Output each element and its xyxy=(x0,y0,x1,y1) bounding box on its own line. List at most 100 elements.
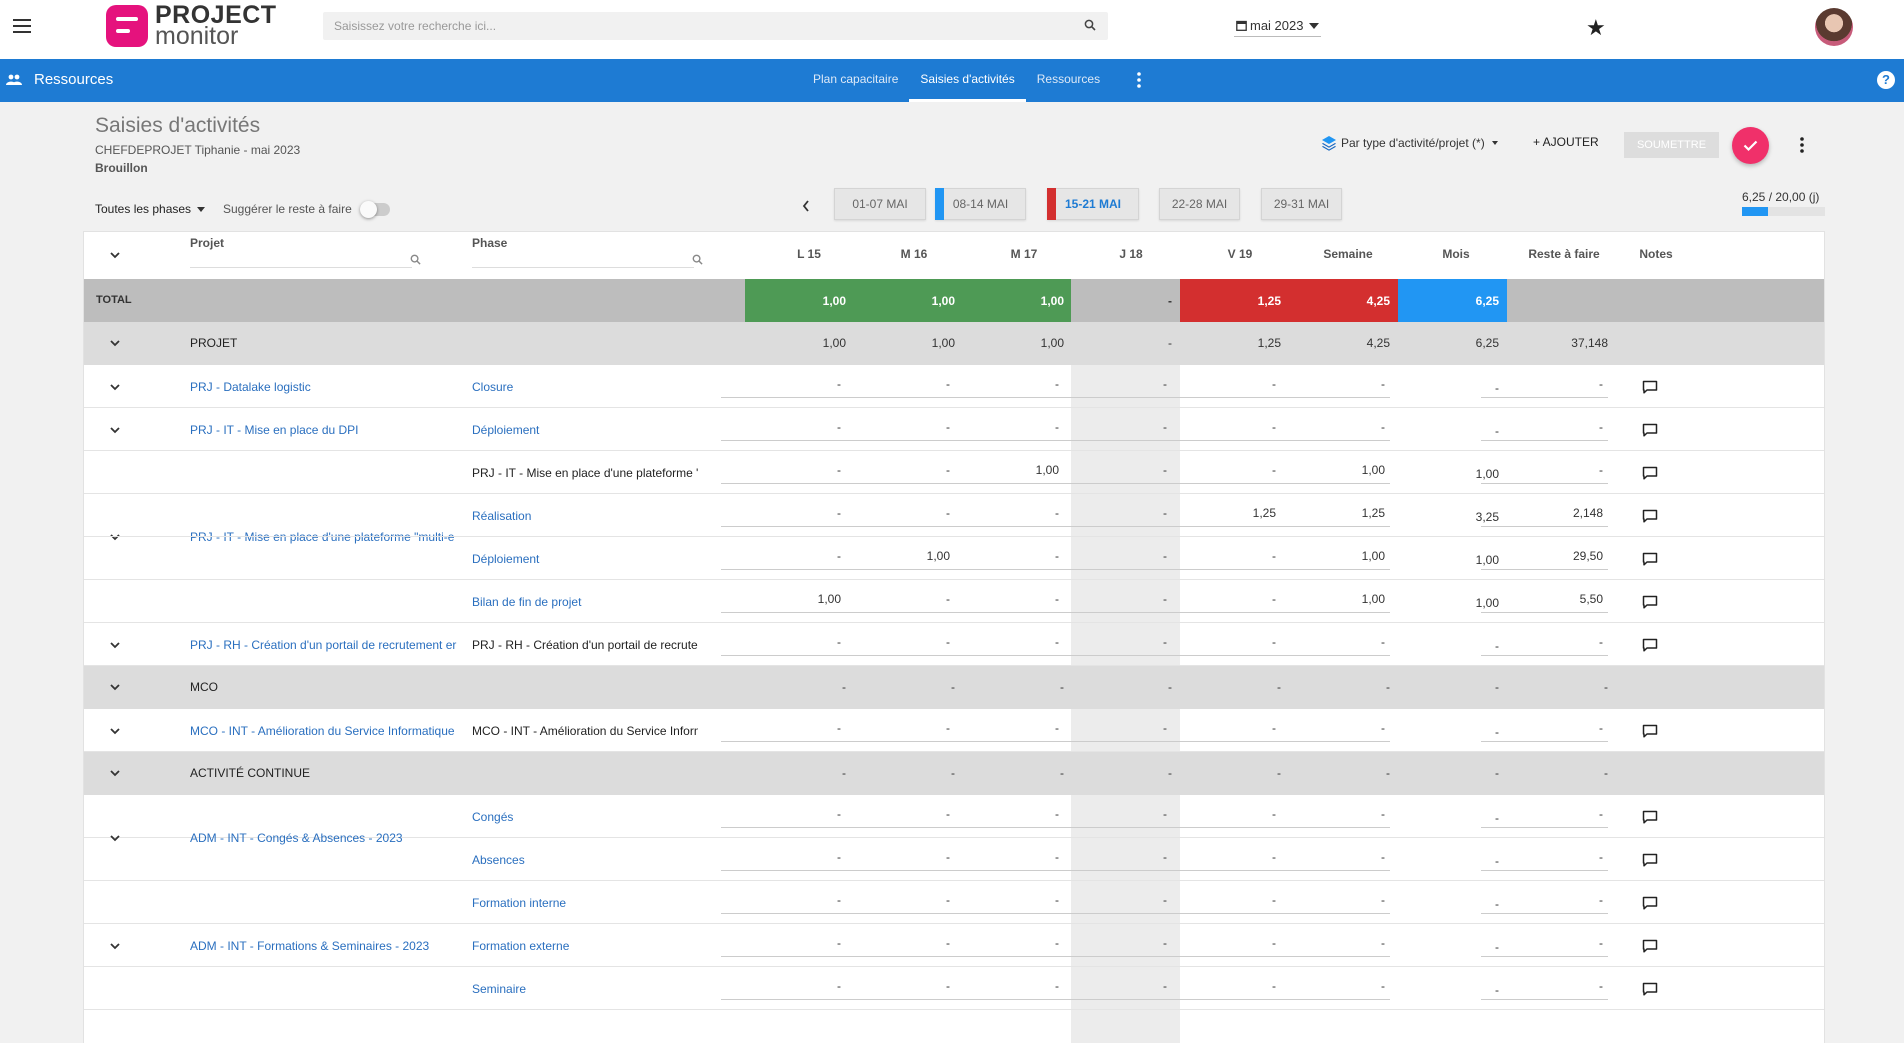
chevron-down-icon[interactable] xyxy=(107,422,123,438)
day-input[interactable]: - xyxy=(721,502,846,527)
week-tab[interactable]: 15-21 MAI xyxy=(1047,188,1139,220)
submit-button[interactable]: SOUMETTRE xyxy=(1624,132,1719,158)
day-input[interactable]: - xyxy=(829,631,955,656)
comment-icon[interactable] xyxy=(1642,982,1658,996)
day-input[interactable]: - xyxy=(829,502,955,527)
more-vert-icon[interactable] xyxy=(1137,72,1141,88)
day-input[interactable]: - xyxy=(721,932,846,957)
remaining-input[interactable]: 5,50 xyxy=(1481,588,1608,613)
day-input[interactable]: - xyxy=(721,717,846,742)
day-input[interactable]: - xyxy=(1155,846,1281,871)
week-tab[interactable]: 29-31 MAI xyxy=(1261,188,1342,220)
chevron-down-icon[interactable] xyxy=(107,335,123,351)
day-input[interactable]: 1,00 xyxy=(1264,459,1390,484)
day-input[interactable]: - xyxy=(1264,975,1390,1000)
chevron-down-icon[interactable] xyxy=(107,637,123,653)
day-input[interactable]: - xyxy=(1155,803,1281,828)
day-input[interactable]: - xyxy=(721,545,846,570)
day-input[interactable]: - xyxy=(1264,631,1390,656)
avatar[interactable] xyxy=(1815,8,1853,46)
comment-icon[interactable] xyxy=(1642,466,1658,480)
comment-icon[interactable] xyxy=(1642,423,1658,437)
project-link[interactable]: PRJ - RH - Création d'un portail de recr… xyxy=(190,638,464,652)
day-input[interactable]: - xyxy=(1264,717,1390,742)
week-tab[interactable]: 22-28 MAI xyxy=(1159,188,1240,220)
day-input[interactable]: 1,00 xyxy=(829,545,955,570)
day-input[interactable]: - xyxy=(721,373,846,398)
phase-link[interactable]: Déploiement xyxy=(472,423,698,437)
search-icon[interactable] xyxy=(1084,19,1096,31)
phase-filter-input[interactable] xyxy=(472,246,694,268)
collapse-all-icon[interactable] xyxy=(107,247,123,263)
day-input[interactable]: - xyxy=(829,932,955,957)
comment-icon[interactable] xyxy=(1642,896,1658,910)
day-input[interactable]: - xyxy=(1046,545,1172,570)
chevron-left-icon[interactable] xyxy=(801,199,811,213)
day-input[interactable]: - xyxy=(1264,416,1390,441)
search-input[interactable] xyxy=(323,12,1063,40)
chevron-down-icon[interactable] xyxy=(107,723,123,739)
day-input[interactable]: 1,25 xyxy=(1155,502,1281,527)
day-input[interactable]: 1,00 xyxy=(1264,588,1390,613)
day-input[interactable]: - xyxy=(829,717,955,742)
search-icon[interactable] xyxy=(692,254,703,265)
tab-ressources[interactable]: Ressources xyxy=(1026,59,1111,102)
day-input[interactable]: - xyxy=(1155,889,1281,914)
remaining-input[interactable]: 2,148 xyxy=(1481,502,1608,527)
phase-link[interactable]: Closure xyxy=(472,380,698,394)
day-input[interactable]: - xyxy=(1155,975,1281,1000)
phases-filter[interactable]: Toutes les phases xyxy=(95,202,206,216)
tab-saisies-activites[interactable]: Saisies d'activités xyxy=(909,59,1026,102)
day-input[interactable]: 1,00 xyxy=(721,588,846,613)
comment-icon[interactable] xyxy=(1642,552,1658,566)
day-input[interactable]: - xyxy=(721,416,846,441)
day-input[interactable]: - xyxy=(1155,416,1281,441)
comment-icon[interactable] xyxy=(1642,380,1658,394)
remaining-input[interactable]: - xyxy=(1481,975,1608,1000)
comment-icon[interactable] xyxy=(1642,853,1658,867)
day-input[interactable]: - xyxy=(721,631,846,656)
day-input[interactable]: - xyxy=(829,459,955,484)
remaining-input[interactable]: - xyxy=(1481,803,1608,828)
day-input[interactable]: - xyxy=(829,588,955,613)
day-input[interactable]: - xyxy=(1046,717,1172,742)
comment-icon[interactable] xyxy=(1642,638,1658,652)
tab-plan-capacitaire[interactable]: Plan capacitaire xyxy=(802,59,909,102)
help-icon[interactable]: ? xyxy=(1877,71,1895,89)
validate-button[interactable] xyxy=(1732,127,1769,164)
search-icon[interactable] xyxy=(410,254,421,265)
day-input[interactable]: - xyxy=(1046,459,1172,484)
menu-icon[interactable] xyxy=(13,19,31,33)
day-input[interactable]: - xyxy=(1046,416,1172,441)
day-input[interactable]: - xyxy=(829,373,955,398)
comment-icon[interactable] xyxy=(1642,724,1658,738)
day-input[interactable]: - xyxy=(1046,932,1172,957)
day-input[interactable]: - xyxy=(829,975,955,1000)
phase-link[interactable]: Absences xyxy=(472,853,698,867)
day-input[interactable]: - xyxy=(1155,717,1281,742)
phase-link[interactable]: Formation interne xyxy=(472,896,698,910)
remaining-input[interactable]: 29,50 xyxy=(1481,545,1608,570)
day-input[interactable]: - xyxy=(1046,631,1172,656)
chevron-down-icon[interactable] xyxy=(107,765,123,781)
day-input[interactable]: - xyxy=(1155,373,1281,398)
day-input[interactable]: - xyxy=(1264,932,1390,957)
project-link[interactable]: PRJ - Datalake logistic xyxy=(190,380,464,394)
comment-icon[interactable] xyxy=(1642,509,1658,523)
day-input[interactable]: - xyxy=(721,846,846,871)
phase-link[interactable]: Déploiement xyxy=(472,552,698,566)
phase-link[interactable]: Congés xyxy=(472,810,698,824)
day-input[interactable]: - xyxy=(829,416,955,441)
favorite-star-icon[interactable]: ★ xyxy=(1586,15,1606,41)
comment-icon[interactable] xyxy=(1642,939,1658,953)
day-input[interactable]: - xyxy=(829,889,955,914)
day-input[interactable]: - xyxy=(1046,889,1172,914)
day-input[interactable]: - xyxy=(1155,631,1281,656)
day-input[interactable]: - xyxy=(721,803,846,828)
phase-link[interactable]: Seminaire xyxy=(472,982,698,996)
remaining-input[interactable]: - xyxy=(1481,889,1608,914)
day-input[interactable]: - xyxy=(721,889,846,914)
day-input[interactable]: - xyxy=(1046,373,1172,398)
add-button[interactable]: + AJOUTER xyxy=(1533,135,1599,149)
remaining-input[interactable]: - xyxy=(1481,631,1608,656)
